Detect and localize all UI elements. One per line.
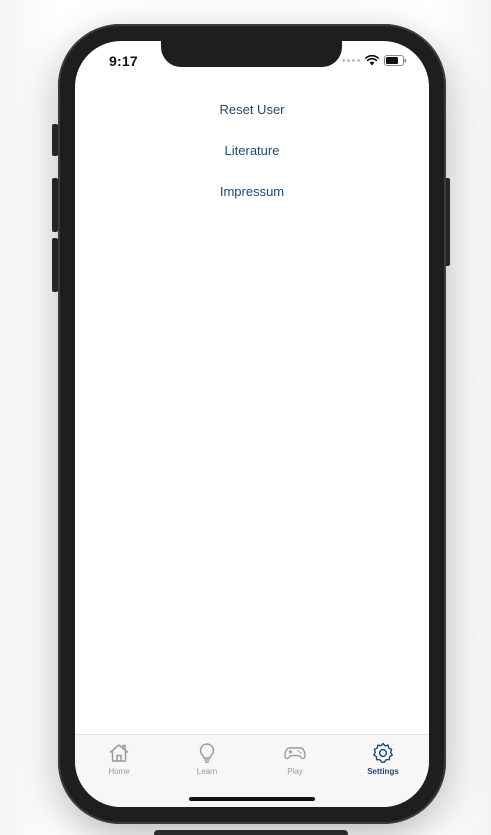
tab-play[interactable]: Play: [260, 741, 330, 776]
cellular-dots-icon: [342, 59, 360, 62]
adjacent-device-edge: [154, 830, 348, 835]
tab-learn-label: Learn: [196, 767, 218, 776]
home-icon: [109, 744, 129, 762]
tab-settings[interactable]: Settings: [348, 741, 418, 776]
literature-link[interactable]: Literature: [225, 140, 280, 181]
settings-menu: Reset User Literature Impressum: [75, 99, 429, 222]
gamepad-icon: [284, 747, 306, 760]
status-time: 9:17: [109, 53, 138, 69]
reset-user-link[interactable]: Reset User: [219, 99, 284, 140]
status-icons: [342, 55, 407, 66]
simulator-stage: 9:17 Reset User Literature Impressum Hom…: [0, 0, 491, 835]
wifi-icon: [365, 55, 379, 66]
device-frame: 9:17 Reset User Literature Impressum Hom…: [58, 24, 446, 824]
home-indicator[interactable]: [189, 797, 315, 801]
tab-learn[interactable]: Learn: [172, 741, 242, 776]
tab-bar: Home Learn Play Settings: [75, 734, 429, 807]
gear-icon: [373, 742, 393, 763]
battery-icon: [384, 55, 407, 66]
tab-home-label: Home: [108, 767, 130, 776]
impressum-link[interactable]: Impressum: [220, 181, 284, 222]
notch: [161, 41, 342, 67]
tab-play-label: Play: [287, 767, 303, 776]
lightbulb-icon: [199, 743, 215, 763]
tab-settings-label: Settings: [367, 767, 399, 776]
tab-home[interactable]: Home: [84, 741, 154, 776]
device-screen: 9:17 Reset User Literature Impressum Hom…: [75, 41, 429, 807]
